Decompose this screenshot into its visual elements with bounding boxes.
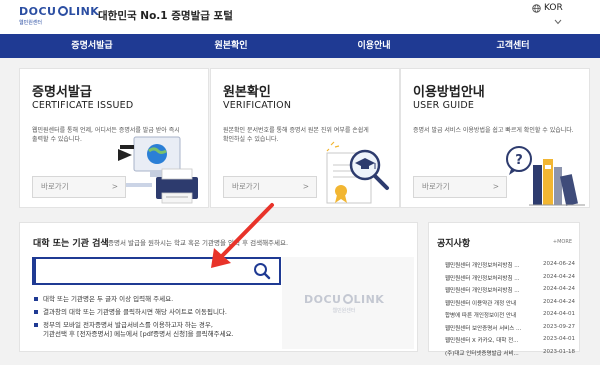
notice-item[interactable]: 웹민원센터 X 카카오, 대학 전... 2023-04-01 [445, 334, 575, 347]
globe-icon [532, 3, 541, 13]
chevron-down-icon[interactable] [554, 18, 562, 26]
certificate-magnifier-icon [326, 141, 389, 204]
instruction-item: 정부의 모바일 전자증명서 발급서비스를 이용하고자 하는 경우, 기관선택 후 … [34, 321, 279, 339]
card-subtitle: VERIFICATION [223, 100, 292, 111]
nav-certificate-issue[interactable]: 증명서발급 [52, 34, 132, 58]
notice-panel: 공지사항 +MORE 웹민원센터 개인정보처리방침 ... 2024-06-24 … [428, 222, 580, 357]
notice-item[interactable]: 웹민원센터 이용약관 개정 안내 2024-04-24 [445, 297, 575, 310]
search-icon[interactable] [253, 262, 271, 280]
notice-item[interactable]: 웹민원센터 개인정보처리방침 ... 2024-04-24 [445, 284, 575, 297]
card-certificate-issue: 증명서발급 CERTIFICATE ISSUED 웹민원센터를 통해 언제, 어… [19, 68, 209, 208]
card-subtitle: CERTIFICATE ISSUED [32, 100, 134, 111]
nav-verification[interactable]: 원본확인 [191, 34, 271, 58]
svg-text:?: ? [515, 153, 523, 168]
card-title: 증명서발급 [32, 85, 92, 100]
goto-button[interactable]: 바로가기 > [32, 176, 126, 198]
printer-globe-icon [118, 136, 198, 204]
goto-label: 바로가기 [232, 182, 260, 191]
watermark-subtitle: 웹민원센터 [332, 308, 356, 314]
goto-label: 바로가기 [41, 182, 69, 191]
search-instructions: 대학 또는 기관명은 두 글자 이상 입력해 주세요. 결과창의 대학 또는 기… [34, 295, 279, 343]
site-header: DOCU LINK 웹민원센터 대한민국 No.1 증명발급 포털 KOR [0, 0, 600, 34]
watermark-wordmark: DOCU LINK [304, 293, 385, 306]
docu-link-watermark: DOCU LINK 웹민원센터 [304, 293, 384, 333]
card-verification: 원본확인 VERIFICATION 원본확인 문서번호를 통해 증명서 원본 진… [210, 68, 400, 208]
institution-search-panel: 대학 또는 기관 검색 증명서 발급을 원하시는 학교 혹은 기관명을 입력 후… [19, 222, 418, 352]
books-question-icon: ? [506, 146, 585, 206]
logo-wordmark: DOCU LINK [19, 5, 100, 18]
language-label: KOR [544, 3, 563, 13]
card-title: 원본확인 [223, 85, 271, 100]
nav-customer-center[interactable]: 고객센터 [473, 34, 553, 58]
goto-arrow: > [492, 182, 499, 191]
notice-item[interactable]: 합병에 따른 개인정보이전 안내 2024-04-01 [445, 309, 575, 322]
main-navigation: 증명서발급 원본확인 이용안내 고객센터 [0, 34, 600, 58]
card-title: 이용방법안내 [413, 85, 485, 100]
search-input[interactable] [40, 262, 240, 280]
goto-button[interactable]: 바로가기 > [223, 176, 317, 198]
search-hint: 증명서 발급을 원하시는 학교 혹은 기관명을 입력 후 검색해주세요. [108, 239, 289, 247]
goto-arrow: > [302, 182, 309, 191]
notice-title: 공지사항 [437, 239, 471, 249]
notice-item[interactable]: 웹민원센터 개인정보처리방침 ... 2024-04-24 [445, 272, 575, 285]
search-box [32, 257, 281, 285]
language-selector[interactable]: KOR [532, 3, 563, 13]
card-user-guide: 이용방법안내 USER GUIDE 증명서 발급 서비스 이용방법을 쉽고 빠르… [400, 68, 590, 208]
notice-item[interactable]: (주)대교 인터넷증명발급 서비... 2023-01-18 [445, 347, 575, 360]
notice-list: 웹민원센터 개인정보처리방침 ... 2024-06-24 웹민원센터 개인정보처… [445, 259, 575, 359]
site-title: 대한민국 No.1 증명발급 포털 [98, 10, 233, 22]
notice-item[interactable]: 웹민원센터 보안증명서 서비스 ... 2023-09-27 [445, 322, 575, 335]
card-description: 증명서 발급 서비스 이용방법을 쉽고 빠르게 확인할 수 있습니다. [413, 127, 574, 134]
logo-subtitle: 웹민원센터 [19, 20, 43, 26]
goto-button[interactable]: 바로가기 > [413, 176, 507, 198]
instruction-item: 대학 또는 기관명은 두 글자 이상 입력해 주세요. [34, 295, 279, 304]
nav-user-guide[interactable]: 이용안내 [334, 34, 414, 58]
instruction-item: 결과창의 대학 또는 기관명을 클릭하시면 해당 사이트로 이동됩니다. [34, 308, 279, 317]
goto-label: 바로가기 [422, 182, 450, 191]
search-title: 대학 또는 기관 검색 [33, 239, 109, 249]
docu-link-logo[interactable]: DOCU LINK 웹민원센터 [19, 5, 100, 28]
notice-more-link[interactable]: +MORE [553, 239, 572, 245]
notice-item[interactable]: 웹민원센터 개인정보처리방침 ... 2024-06-24 [445, 259, 575, 272]
card-subtitle: USER GUIDE [413, 100, 475, 111]
